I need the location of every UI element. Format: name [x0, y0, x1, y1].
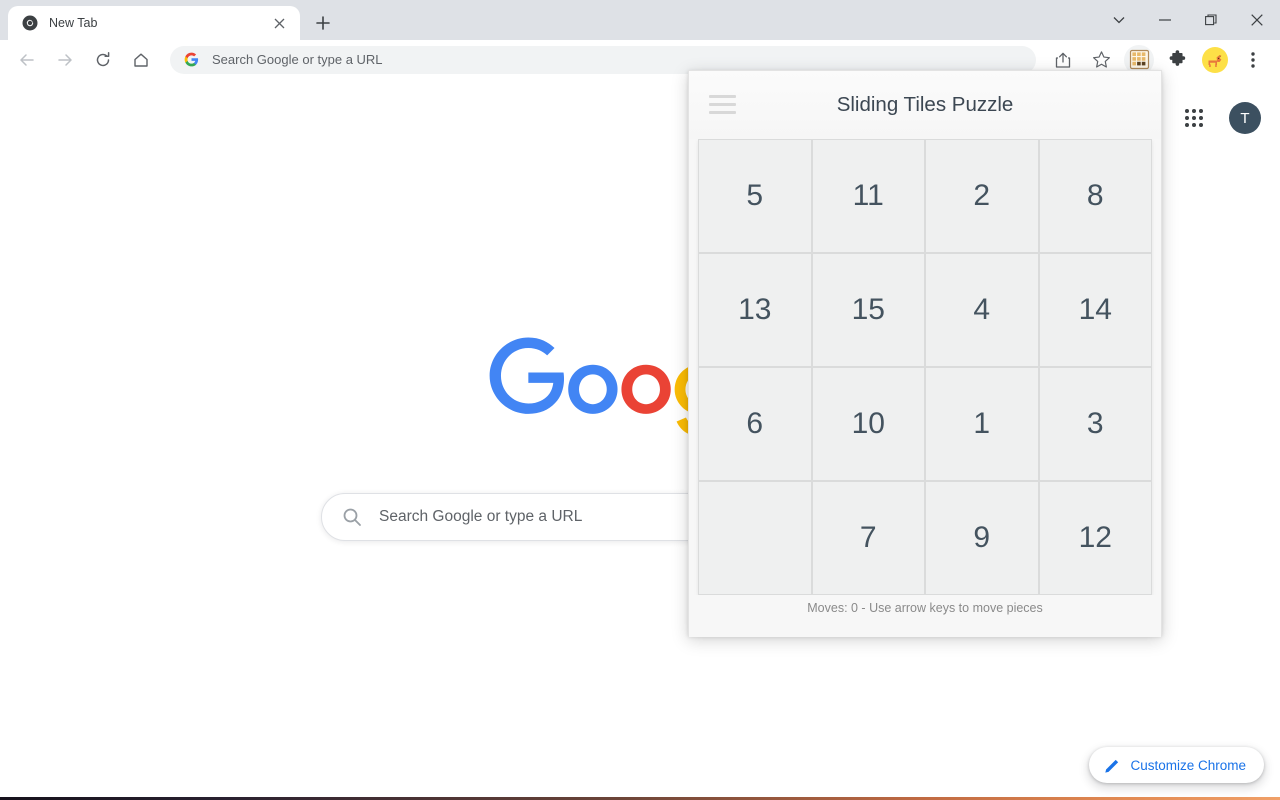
address-bar-text: Search Google or type a URL	[212, 52, 383, 67]
dog-avatar-icon[interactable]	[1202, 46, 1228, 73]
forward-arrow-icon[interactable]	[50, 45, 80, 75]
puzzle-tile[interactable]: 3	[1039, 368, 1151, 480]
pencil-icon	[1104, 757, 1121, 774]
puzzle-tile[interactable]: 11	[812, 140, 924, 252]
puzzle-tile[interactable]: 4	[926, 254, 1038, 366]
puzzle-tile[interactable]: 1	[926, 368, 1038, 480]
google-apps-grid-icon[interactable]	[1175, 99, 1213, 137]
puzzle-tile[interactable]: 13	[699, 254, 811, 366]
puzzle-piece-icon[interactable]	[1162, 45, 1192, 75]
page-top-right-controls: T	[1175, 99, 1261, 137]
customize-chrome-label: Customize Chrome	[1130, 757, 1246, 773]
tab-strip: New Tab	[0, 0, 1280, 40]
puzzle-tile[interactable]: 7	[812, 482, 924, 594]
google-g-icon	[184, 52, 199, 67]
minimize-button[interactable]	[1142, 0, 1188, 40]
tab-search-chevron-icon[interactable]	[1096, 0, 1142, 40]
puzzle-tile[interactable]: 2	[926, 140, 1038, 252]
home-icon[interactable]	[126, 45, 156, 75]
popup-footer: Moves: 0 - Use arrow keys to move pieces	[689, 595, 1161, 637]
puzzle-tile[interactable]: 5	[699, 140, 811, 252]
reload-icon[interactable]	[88, 45, 118, 75]
new-tab-button[interactable]	[309, 9, 337, 37]
hamburger-menu-icon[interactable]	[709, 95, 736, 114]
puzzle-tile[interactable]: 6	[699, 368, 811, 480]
window-controls	[1096, 0, 1280, 40]
maximize-button[interactable]	[1188, 0, 1234, 40]
puzzle-board[interactable]: 5 11 2 8 13 15 4 14 6 10 1 3 7 9 12	[698, 139, 1152, 595]
puzzle-tile[interactable]: 12	[1039, 482, 1151, 594]
account-avatar[interactable]: T	[1229, 102, 1261, 134]
search-icon	[342, 507, 362, 527]
tab-title: New Tab	[49, 16, 98, 30]
close-window-button[interactable]	[1234, 0, 1280, 40]
chrome-favicon-icon	[22, 15, 38, 31]
popup-title: Sliding Tiles Puzzle	[836, 93, 1014, 116]
search-placeholder: Search Google or type a URL	[379, 508, 583, 525]
puzzle-tile[interactable]: 10	[812, 368, 924, 480]
tab-close-icon[interactable]	[268, 12, 290, 34]
puzzle-tile[interactable]: 8	[1039, 140, 1151, 252]
puzzle-tile[interactable]: 9	[926, 482, 1038, 594]
sliding-tiles-puzzle-popup: Sliding Tiles Puzzle 5 11 2 8 13 15 4 14 6 10 1 3 7 9…	[688, 70, 1162, 637]
puzzle-tile[interactable]: 14	[1039, 254, 1151, 366]
puzzle-board-container: 5 11 2 8 13 15 4 14 6 10 1 3 7 9 12	[689, 139, 1161, 595]
three-dot-menu-icon[interactable]	[1238, 45, 1268, 75]
back-arrow-icon[interactable]	[12, 45, 42, 75]
browser-tab[interactable]: New Tab	[8, 6, 300, 40]
puzzle-tile[interactable]: 15	[812, 254, 924, 366]
puzzle-tile-empty	[699, 482, 811, 594]
moves-status-text: Moves: 0 - Use arrow keys to move pieces	[807, 601, 1043, 615]
customize-chrome-button[interactable]: Customize Chrome	[1089, 747, 1264, 783]
popup-header: Sliding Tiles Puzzle	[689, 71, 1161, 139]
